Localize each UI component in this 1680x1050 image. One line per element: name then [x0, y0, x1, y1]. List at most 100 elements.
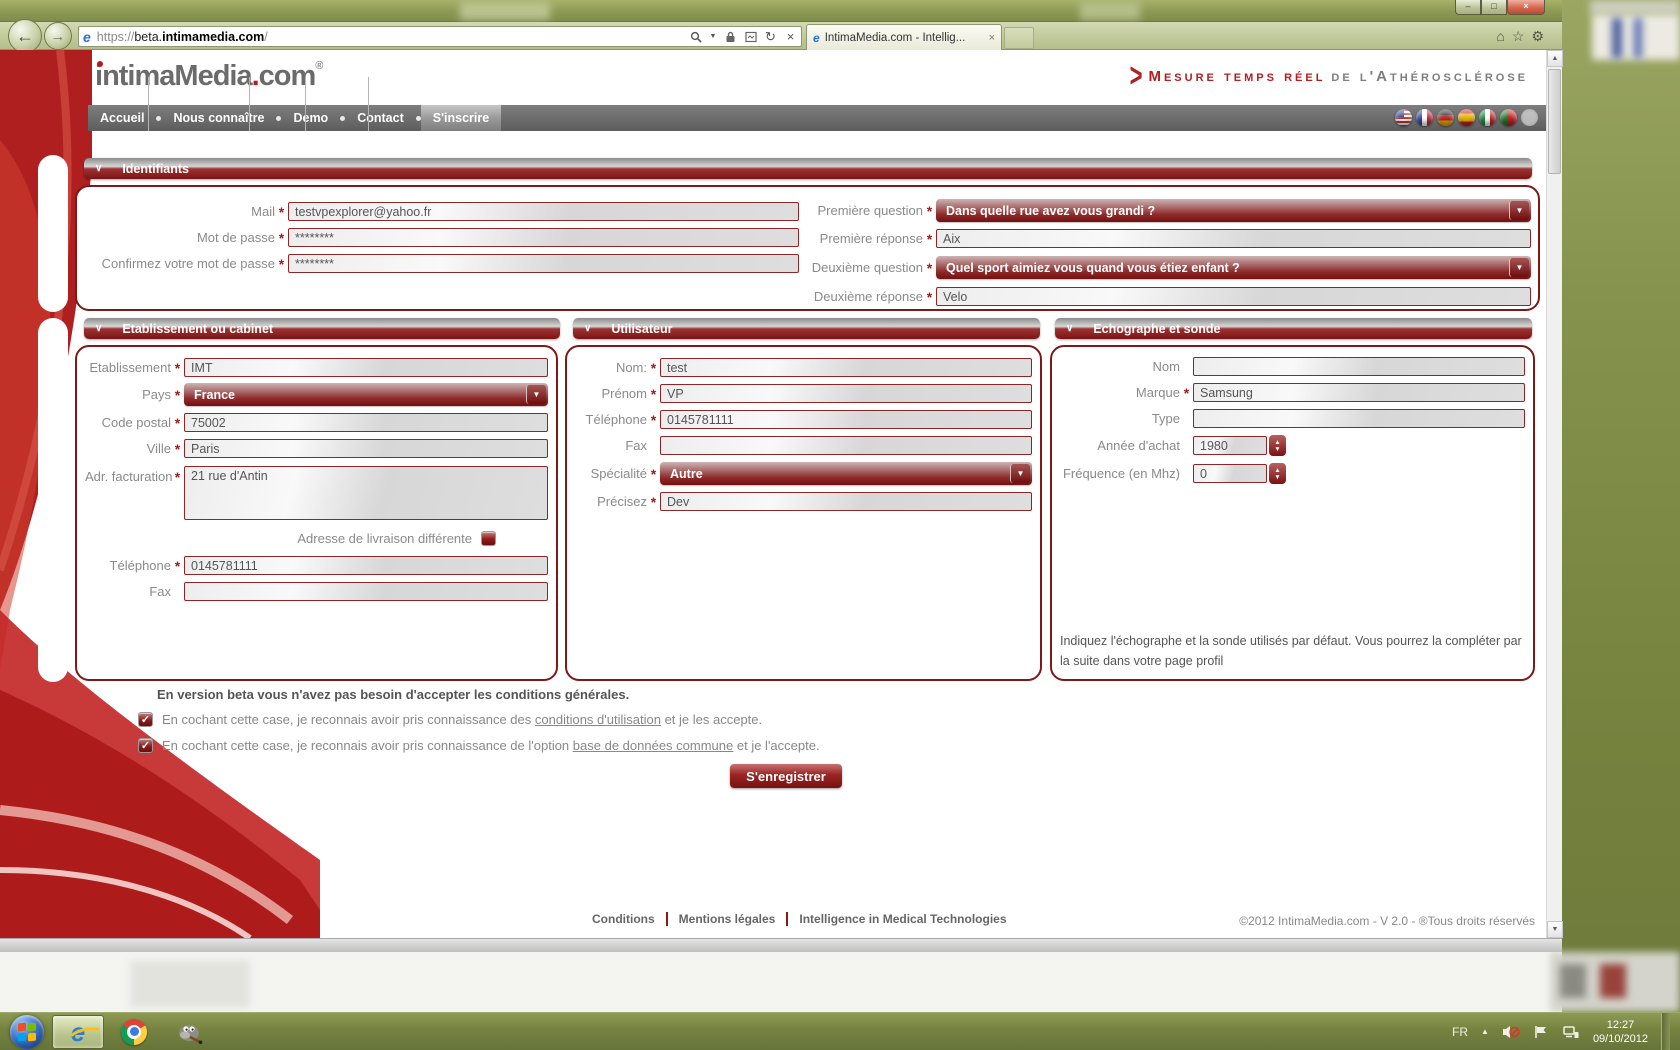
code-postal-input[interactable]: 75002 — [184, 413, 548, 432]
chrome-icon — [121, 1019, 147, 1045]
confirm-password-input[interactable]: ******** — [288, 254, 799, 273]
precisez-label: Précisez — [575, 494, 647, 509]
tab-close-icon[interactable]: × — [989, 32, 995, 44]
footer-link-conditions[interactable]: Conditions — [592, 912, 655, 926]
specialite-select[interactable]: Autre ▼ — [660, 462, 1032, 485]
tools-gear-icon[interactable]: ⚙ — [1531, 28, 1544, 45]
section-header-echographe[interactable]: ∨ Echographe et sonde — [1055, 318, 1532, 339]
nom-input[interactable]: test — [660, 358, 1032, 377]
mail-input[interactable]: testvpexplorer@yahoo.fr — [288, 202, 799, 221]
answer2-input[interactable]: Velo — [936, 287, 1531, 306]
search-dropdown-icon[interactable]: ▼ — [709, 30, 717, 43]
ville-input[interactable]: Paris — [184, 439, 548, 458]
action-center-flag-icon[interactable] — [1533, 1024, 1549, 1040]
forward-button[interactable]: → — [44, 22, 72, 50]
footer-links: Conditions Mentions légales Intelligence… — [592, 912, 1007, 926]
search-icon[interactable] — [689, 30, 702, 43]
nav-item-nous-connaitre[interactable]: Nous connaître — [161, 105, 276, 131]
nav-item-demo[interactable]: Demo — [281, 105, 340, 131]
minimize-button[interactable]: – — [1455, 0, 1481, 15]
adresse-facturation-textarea[interactable]: 21 rue d'Antin — [184, 466, 548, 520]
conditions-utilisation-link[interactable]: conditions d'utilisation — [535, 712, 661, 727]
fax-user-input[interactable] — [660, 436, 1032, 455]
taskbar-chrome-button[interactable] — [108, 1015, 160, 1049]
refresh-icon[interactable]: ↻ — [764, 30, 777, 43]
annee-stepper[interactable]: ▲▼ — [1269, 435, 1286, 456]
vertical-scrollbar[interactable]: ▲ ▼ — [1546, 50, 1562, 938]
section-header-utilisateur[interactable]: ∨ Utilisateur — [573, 318, 1040, 339]
flag-italy-icon[interactable] — [1479, 109, 1496, 126]
etablissement-input[interactable]: IMT — [184, 358, 548, 377]
address-bar[interactable]: e https://beta.intimamedia.com/ ▼ ↻ × — [78, 26, 802, 47]
pays-select[interactable]: France ▼ — [184, 383, 548, 406]
scrollbar-thumb[interactable] — [1548, 69, 1561, 174]
footer-link-mentions[interactable]: Mentions légales — [679, 912, 776, 926]
telephone-user-input[interactable]: 0145781111 — [660, 410, 1032, 429]
question2-select[interactable]: Quel sport aimiez vous quand vous étiez … — [936, 256, 1531, 279]
chevron-down-icon[interactable]: ▼ — [1010, 464, 1030, 483]
show-desktop-button[interactable] — [1661, 1013, 1670, 1050]
livraison-checkbox[interactable] — [481, 531, 496, 546]
nav-item-accueil[interactable]: Accueil — [88, 105, 156, 131]
flag-spain-icon[interactable] — [1458, 109, 1475, 126]
language-indicator[interactable]: FR — [1452, 1025, 1468, 1039]
section-header-identifiants[interactable]: ∨ Identifiants — [84, 158, 1532, 179]
precisez-input[interactable]: Dev — [660, 492, 1032, 511]
collapse-arrow-icon[interactable]: ∨ — [584, 323, 591, 334]
telephone-input[interactable]: 0145781111 — [184, 556, 548, 575]
flag-france-icon[interactable] — [1416, 109, 1433, 126]
flag-portugal-icon[interactable] — [1500, 109, 1517, 126]
taskbar-ie-button[interactable]: e — [52, 1015, 104, 1049]
base-donnees-link[interactable]: base de données commune — [573, 738, 733, 753]
flag-us-icon[interactable] — [1395, 109, 1412, 126]
tray-expand-icon[interactable]: ▲ — [1481, 1027, 1489, 1036]
back-button[interactable]: ← — [8, 19, 42, 53]
database-checkbox[interactable]: ✓ — [138, 738, 153, 753]
password-input[interactable]: ******** — [288, 228, 799, 247]
prenom-input[interactable]: VP — [660, 384, 1032, 403]
url-text[interactable]: https://beta.intimamedia.com/ — [97, 30, 689, 44]
chevron-down-icon[interactable]: ▼ — [1509, 201, 1529, 220]
site-logo[interactable]: intimaMedia.com® — [95, 60, 323, 93]
start-button[interactable] — [10, 1015, 44, 1049]
fax-label: Fax — [575, 438, 647, 453]
new-tab-button[interactable] — [1004, 27, 1034, 49]
volume-muted-icon[interactable] — [1502, 1024, 1520, 1040]
answer1-input[interactable]: Aix — [936, 229, 1531, 248]
close-window-button[interactable]: × — [1507, 0, 1545, 15]
frequence-input[interactable]: 0 — [1193, 464, 1267, 483]
collapse-arrow-icon[interactable]: ∨ — [95, 163, 102, 174]
fax-input[interactable] — [184, 582, 548, 601]
question1-select[interactable]: Dans quelle rue avez vous grandi ? ▼ — [936, 199, 1531, 222]
conditions-checkbox[interactable]: ✓ — [138, 712, 153, 727]
frequence-stepper[interactable]: ▲▼ — [1269, 463, 1286, 484]
collapse-arrow-icon[interactable]: ∨ — [95, 323, 102, 334]
field-row-etablissement: Etablissement * IMT — [85, 358, 548, 377]
chevron-down-icon[interactable]: ▼ — [1509, 258, 1529, 277]
chevron-down-icon[interactable]: ▼ — [526, 385, 546, 404]
footer-link-imt[interactable]: Intelligence in Medical Technologies — [799, 912, 1006, 926]
network-icon[interactable] — [1562, 1024, 1580, 1040]
scroll-down-button[interactable]: ▼ — [1547, 921, 1563, 938]
annee-achat-input[interactable]: 1980 — [1193, 436, 1267, 455]
compatibility-view-icon[interactable] — [744, 30, 757, 43]
flag-germany-icon[interactable] — [1437, 109, 1454, 126]
type-input[interactable] — [1193, 409, 1525, 428]
nom-echographe-input[interactable] — [1193, 357, 1525, 376]
browser-titlebar[interactable]: – □ × — [0, 0, 1562, 22]
maximize-button[interactable]: □ — [1481, 0, 1507, 15]
nav-item-contact[interactable]: Contact — [345, 105, 416, 131]
collapse-arrow-icon[interactable]: ∨ — [1066, 323, 1073, 334]
section-header-etablissement[interactable]: ∨ Etablissement ou cabinet — [84, 318, 560, 339]
question2-label: Deuxième question — [805, 260, 923, 275]
browser-tab[interactable]: e IntimaMedia.com - Intellig... × — [806, 24, 1002, 50]
scroll-up-button[interactable]: ▲ — [1547, 50, 1563, 67]
nav-item-sinscrire[interactable]: S'inscrire — [421, 105, 501, 131]
stop-icon[interactable]: × — [784, 30, 797, 43]
taskbar-clock[interactable]: 12:27 09/10/2012 — [1593, 1018, 1648, 1046]
favorites-star-icon[interactable]: ☆ — [1512, 28, 1525, 45]
home-icon[interactable]: ⌂ — [1496, 28, 1504, 45]
taskbar-gimp-button[interactable] — [164, 1015, 216, 1049]
marque-input[interactable]: Samsung — [1193, 383, 1525, 402]
register-button[interactable]: S'enregistrer — [730, 764, 842, 788]
